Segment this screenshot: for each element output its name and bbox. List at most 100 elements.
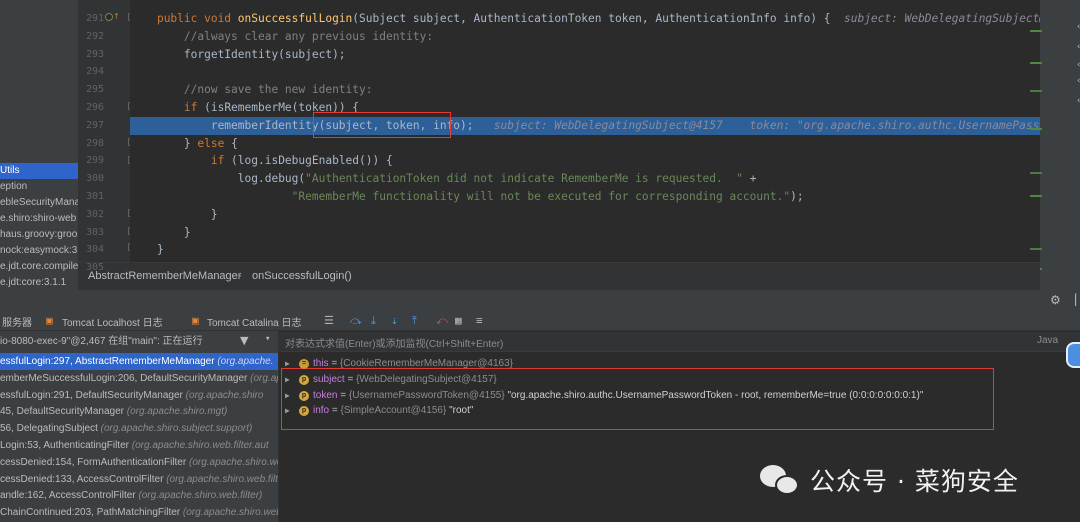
tab-tomcat-localhost[interactable]: Tomcat Localhost 日志 <box>62 314 163 329</box>
breadcrumb-method[interactable]: onSuccessfulLogin() <box>252 270 352 282</box>
code-line[interactable]: } <box>130 206 1040 224</box>
line-number: 296 <box>85 102 104 113</box>
code-token: ); <box>790 190 804 203</box>
stack-frame[interactable]: andle:162, AccessControlFilter (org.apac… <box>0 487 278 504</box>
menu-icon[interactable]: ☰ <box>324 314 334 327</box>
variable-eq: = <box>344 373 357 385</box>
code-token: { <box>231 136 238 150</box>
project-tree-item[interactable]: eption <box>0 179 27 195</box>
line-number: 299 <box>85 155 104 167</box>
step-over-icon[interactable]: ⤼ <box>350 314 362 328</box>
chevron-down-icon[interactable]: ▾ <box>265 334 270 344</box>
code-line[interactable]: } <box>130 241 1040 259</box>
frame-package: (org.apache. <box>217 356 274 367</box>
thread-selector[interactable]: io-8080-exec-9"@2,467 在组"main": 正在运行 <box>0 333 278 350</box>
frame-method: essfulLogin:291, DefaultSecurityManager <box>0 389 186 401</box>
variable-row[interactable]: this = {CookieRememberMeManager@4163} <box>313 356 513 372</box>
trace-icon[interactable]: ≡ <box>476 314 483 327</box>
expand-arrow-icon[interactable]: ▶ <box>285 359 290 368</box>
force-step-into-icon[interactable]: ⇣ <box>391 314 398 327</box>
editor-marker-bar[interactable]: ‹ ‹ ‹ ‹ ‹ <box>1030 0 1080 290</box>
code-token: (log.isDebugEnabled()) { <box>231 154 393 168</box>
collapse-arrow-icon[interactable]: ‹ <box>1076 42 1080 52</box>
code-line[interactable]: } else { <box>130 135 1040 153</box>
frame-package: (org.apache.shiro.subject.support) <box>100 423 253 435</box>
code-token: onSuccessfulLogin <box>237 12 353 25</box>
frame-method: 45, DefaultSecurityManager <box>0 406 127 418</box>
project-tree-item[interactable]: e.jdt.core.compile <box>0 259 78 275</box>
expand-arrow-icon[interactable]: ▶ <box>285 391 290 400</box>
project-tree-item[interactable]: ebleSecurityManag <box>0 195 78 211</box>
code-line[interactable] <box>130 63 1040 81</box>
tab-tomcat-catalina[interactable]: Tomcat Catalina 日志 <box>207 314 301 329</box>
project-tree-item[interactable]: e.jdt:core:3.1.1 <box>0 275 66 290</box>
collapse-arrow-icon[interactable]: ‹ <box>1076 96 1080 106</box>
code-line[interactable]: public void onSuccessfulLogin(Subject su… <box>130 10 1040 28</box>
code-line[interactable]: if (log.isDebugEnabled()) { <box>130 152 1040 170</box>
code-line[interactable]: if (isRememberMe(token)) { <box>130 99 1040 117</box>
expand-arrow-icon[interactable]: ▶ <box>285 375 290 384</box>
debug-toolbar: 服务器 ▣ Tomcat Localhost 日志 ▣ Tomcat Catal… <box>0 310 1080 331</box>
code-token: } <box>183 136 198 150</box>
line-number: 294 <box>85 66 104 78</box>
minimize-icon[interactable]: | <box>1072 292 1079 306</box>
evaluate-icon[interactable]: ▦ <box>455 314 462 327</box>
stack-frame[interactable]: 45, DefaultSecurityManager (org.apache.s… <box>0 403 278 420</box>
variable-value: "root" <box>446 405 474 417</box>
stack-frame[interactable]: essfulLogin:291, DefaultSecurityManager … <box>0 387 278 404</box>
step-out-icon[interactable]: ⤒ <box>412 314 417 328</box>
language-selector[interactable]: Java <box>1037 335 1058 346</box>
step-into-icon[interactable]: ⤓ <box>371 314 376 328</box>
line-number: 298 <box>85 137 104 149</box>
line-number: 291 <box>85 13 104 24</box>
tab-server[interactable]: 服务器 <box>2 314 32 329</box>
evaluate-bar[interactable]: 对表达式求值(Enter)或添加监视(Ctrl+Shift+Enter) Jav… <box>279 332 1080 352</box>
project-tree-item[interactable]: nock:easymock:3. <box>0 243 78 259</box>
collapse-arrow-icon[interactable]: ‹ <box>1076 60 1080 70</box>
stack-frame[interactable]: cessDenied:133, AccessControlFilter (org… <box>0 471 278 488</box>
stack-frame[interactable]: cessDenied:154, FormAuthenticationFilter… <box>0 454 278 471</box>
project-tree-item[interactable]: e.shiro:shiro-web <box>0 211 76 227</box>
stack-frame[interactable]: 56, DelegatingSubject (org.apache.shiro.… <box>0 420 278 437</box>
variable-row[interactable]: info = {SimpleAccount@4156} "root" <box>313 403 473 419</box>
project-tree-item[interactable]: haus.groovy:groo <box>0 227 77 243</box>
line-number: 301 <box>85 191 104 202</box>
stack-frame[interactable]: ChainContinued:203, PathMatchingFilter (… <box>0 504 278 521</box>
stack-frame[interactable]: essfulLogin:297, AbstractRememberMeManag… <box>0 353 278 370</box>
frames-panel: io-8080-exec-9"@2,467 在组"main": 正在运行 ▼ ▾… <box>0 331 278 522</box>
watermark: 公众号 · 菜狗安全 <box>760 460 1019 500</box>
breakpoint-override-icon[interactable] <box>105 13 113 21</box>
collapse-arrow-icon[interactable]: ‹ <box>1076 22 1080 32</box>
frame-package: (org.apache.shiro.web <box>182 507 278 519</box>
line-number: 302 <box>85 208 104 220</box>
drop-frame-icon[interactable]: ⤺ <box>436 314 448 328</box>
evaluate-input[interactable]: 对表达式求值(Enter)或添加监视(Ctrl+Shift+Enter) <box>285 335 503 350</box>
stack-frame[interactable]: emberMeSuccessfulLogin:206, DefaultSecur… <box>0 370 278 387</box>
variable-icon: p <box>299 390 309 401</box>
assistant-bubble-icon[interactable] <box>1066 342 1080 368</box>
variable-row[interactable]: subject = {WebDelegatingSubject@4157} <box>313 372 497 388</box>
line-number: 304 <box>85 244 104 256</box>
code-line[interactable]: rememberIdentity(subject, token, info); … <box>130 116 1040 135</box>
code-editor[interactable]: public void onSuccessfulLogin(Subject su… <box>130 0 1040 262</box>
variable-row[interactable]: token = {UsernamePasswordToken@4155} "or… <box>313 388 923 404</box>
collapse-arrow-icon[interactable]: ‹ <box>1076 76 1080 86</box>
project-tree-item[interactable]: Utils <box>0 163 78 179</box>
code-token: public void <box>156 12 238 25</box>
gear-icon[interactable]: ⚙ <box>1050 293 1061 307</box>
filter-icon[interactable]: ▼ <box>240 334 248 347</box>
expand-arrow-icon[interactable]: ▶ <box>285 406 290 415</box>
code-line[interactable]: //always clear any previous identity: <box>130 28 1040 46</box>
stack-frame[interactable]: Login:53, AuthenticatingFilter (org.apac… <box>0 437 278 454</box>
code-line[interactable]: forgetIdentity(subject); <box>130 46 1040 64</box>
code-line[interactable]: "RememberMe functionality will not be ex… <box>130 188 1040 206</box>
code-token: } <box>156 243 164 257</box>
code-line[interactable]: //now save the new identity: <box>130 81 1040 99</box>
code-line[interactable]: log.debug("AuthenticationToken did not i… <box>130 170 1040 188</box>
code-line[interactable]: } <box>130 224 1040 242</box>
breadcrumb-class[interactable]: AbstractRememberMeManager <box>88 270 241 282</box>
